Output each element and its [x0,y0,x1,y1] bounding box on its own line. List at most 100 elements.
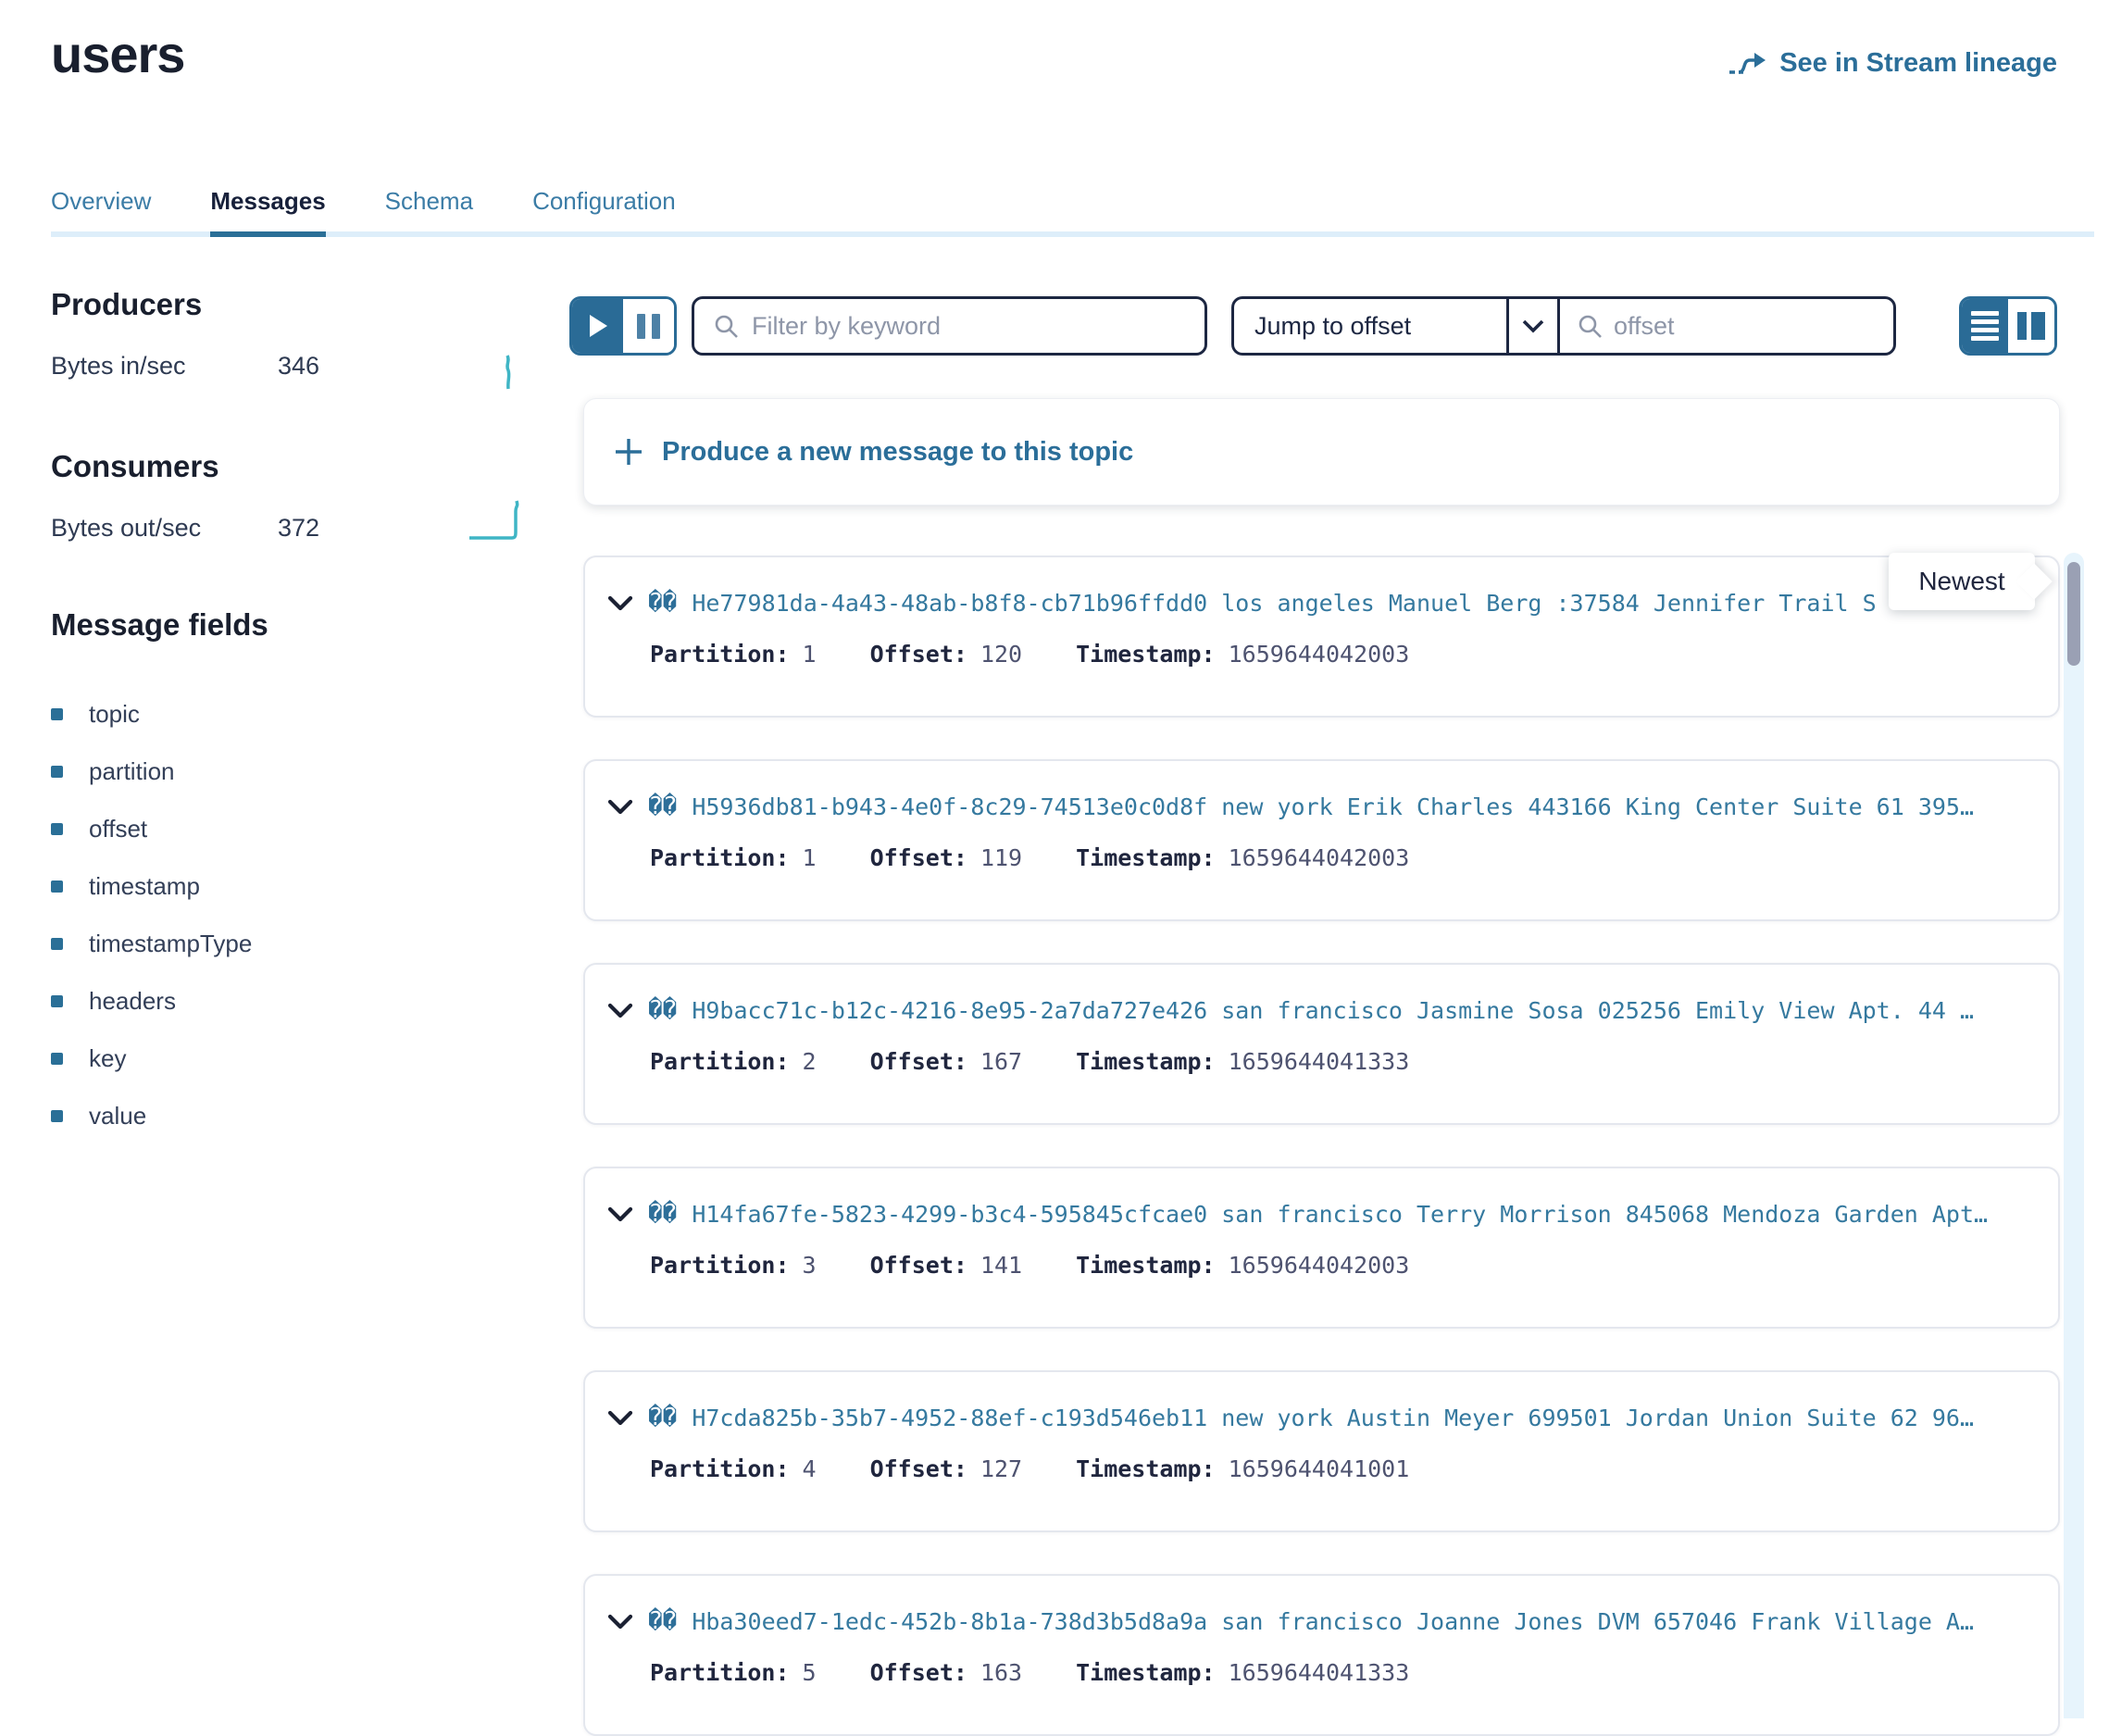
card-view-button[interactable] [2008,299,2054,353]
tab-messages[interactable]: Messages [210,187,325,237]
keyword-filter-input[interactable] [752,312,1186,341]
stream-lineage-link[interactable]: See in Stream lineage [1728,48,2057,79]
chevron-down-icon[interactable] [607,595,633,611]
offset-search-input[interactable] [1614,312,1877,341]
key-glyphs: �� [648,589,677,617]
tab-bar: Overview Messages Schema Configuration [51,187,676,237]
newest-tooltip: Newest [1889,553,2035,610]
bullet-icon [51,766,63,778]
tab-overview[interactable]: Overview [51,187,151,237]
messages-toolbar: Jump to offset [569,296,2060,356]
timestamp-value: 1659644041333 [1229,1048,1410,1075]
timestamp-value: 1659644042003 [1229,844,1410,871]
offset-label: Offset: [870,844,967,871]
field-item-partition: partition [51,743,532,800]
tab-configuration[interactable]: Configuration [532,187,676,237]
pause-icon [637,314,660,339]
offset-value: 141 [980,1252,1022,1279]
chevron-down-icon[interactable] [607,1410,633,1426]
bytes-out-sparkline-icon [468,498,523,541]
bullet-icon [51,1053,63,1065]
play-button[interactable] [572,299,623,353]
produce-message-button[interactable]: Produce a new message to this topic [583,398,2060,506]
bullet-icon [51,708,63,720]
bytes-out-label: Bytes out/sec [51,514,278,543]
timestamp-value: 1659644042003 [1229,1252,1410,1279]
producers-heading: Producers [51,287,532,322]
field-item-headers: headers [51,972,532,1030]
partition-label: Partition: [650,844,790,871]
partition-value: 3 [803,1252,817,1279]
timestamp-label: Timestamp: [1076,1455,1216,1482]
bullet-icon [51,938,63,950]
chevron-down-icon[interactable] [607,1614,633,1630]
field-item-value: value [51,1087,532,1144]
offset-value: 167 [980,1048,1022,1075]
plus-icon [614,437,643,467]
message-row[interactable]: �� Hba30eed7-1edc-452b-8b1a-738d3b5d8a9a… [583,1574,2060,1736]
tab-schema[interactable]: Schema [385,187,473,237]
message-key: H14fa67fe-5823-4299-b3c4-595845cfcae0 sa… [692,1201,1988,1228]
message-fields-heading: Message fields [51,607,532,643]
field-item-key: key [51,1030,532,1087]
timestamp-value: 1659644041333 [1229,1659,1410,1686]
offset-search [1557,296,1896,356]
offset-value: 127 [980,1455,1022,1482]
timestamp-value: 1659644041001 [1229,1455,1410,1482]
list-view-button[interactable] [1962,299,2008,353]
bytes-out-row: Bytes out/sec 372 [51,514,532,543]
partition-value: 4 [803,1455,817,1482]
offset-value: 119 [980,844,1022,871]
view-toggle-control [1959,296,2057,356]
partition-label: Partition: [650,1455,790,1482]
bytes-in-row: Bytes in/sec 346 [51,352,532,381]
bullet-icon [51,1110,63,1122]
newest-tooltip-label: Newest [1918,567,2004,596]
key-glyphs: �� [648,996,677,1024]
scrollbar[interactable] [2064,553,2084,1718]
field-item-timestamp: timestamp [51,857,532,915]
search-icon [713,313,739,339]
message-row[interactable]: �� He77981da-4a43-48ab-b8f8-cb71b96ffdd0… [583,556,2060,718]
keyword-filter [692,296,1207,356]
key-glyphs: �� [648,1607,677,1635]
pause-button[interactable] [623,299,674,353]
message-row[interactable]: �� H7cda825b-35b7-4952-88ef-c193d546eb11… [583,1370,2060,1532]
play-pause-control [569,296,677,356]
partition-label: Partition: [650,1659,790,1686]
play-icon [588,314,608,338]
key-glyphs: �� [648,1404,677,1431]
message-fields-list: topic partition offset timestamp timesta… [51,685,532,1144]
produce-message-label: Produce a new message to this topic [662,437,1133,468]
page-title: users [51,24,184,84]
offset-label: Offset: [870,1659,967,1686]
timestamp-label: Timestamp: [1076,1048,1216,1075]
sidebar: Producers Bytes in/sec 346 Consumers Byt… [51,287,532,1144]
bytes-in-label: Bytes in/sec [51,352,278,381]
partition-value: 5 [803,1659,817,1686]
bytes-in-sparkline-icon [495,354,521,391]
jump-to-offset-group: Jump to offset [1231,296,1896,356]
partition-value: 1 [803,844,817,871]
partition-value: 1 [803,641,817,668]
bytes-out-value: 372 [278,514,319,543]
chevron-down-icon[interactable] [607,799,633,815]
timestamp-label: Timestamp: [1076,1252,1216,1279]
message-row[interactable]: �� H14fa67fe-5823-4299-b3c4-595845cfcae0… [583,1167,2060,1329]
chevron-down-icon[interactable] [607,1206,633,1222]
bullet-icon [51,823,63,835]
offset-label: Offset: [870,1455,967,1482]
partition-label: Partition: [650,641,790,668]
jump-to-offset-select[interactable]: Jump to offset [1231,296,1557,356]
message-key: He77981da-4a43-48ab-b8f8-cb71b96ffdd0 lo… [692,590,1876,617]
partition-value: 2 [803,1048,817,1075]
timestamp-value: 1659644042003 [1229,641,1410,668]
message-row[interactable]: �� H9bacc71c-b12c-4216-8e95-2a7da727e426… [583,963,2060,1125]
scrollbar-thumb[interactable] [2067,562,2080,666]
message-row[interactable]: �� H5936db81-b943-4e0f-8c29-74513e0c0d8f… [583,759,2060,921]
message-key: H7cda825b-35b7-4952-88ef-c193d546eb11 ne… [692,1405,1974,1431]
offset-label: Offset: [870,1252,967,1279]
chevron-down-icon[interactable] [607,1003,633,1018]
partition-label: Partition: [650,1252,790,1279]
key-glyphs: �� [648,793,677,820]
